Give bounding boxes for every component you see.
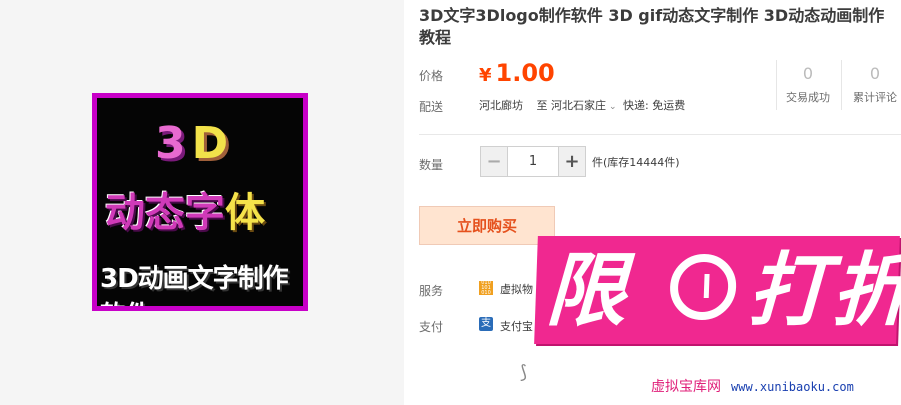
watermark-url: www.xunibaoku.com — [731, 380, 854, 394]
payment-text[interactable]: 支付宝 — [500, 318, 533, 334]
divider — [841, 60, 842, 110]
virtual-goods-icon: 010 101 010 — [479, 281, 493, 295]
product-title: 3D文字3Dlogo制作软件 3D gif动态文字制作 3D动态动画制作教程 — [419, 6, 885, 47]
service-label: 服务 — [419, 284, 444, 298]
divider — [776, 60, 777, 110]
service-text[interactable]: 虚拟物 — [500, 281, 533, 297]
buy-now-button[interactable]: 立即购买 — [419, 206, 555, 245]
shipping-fee: 快递: 免运费 — [623, 99, 686, 112]
image-text-dynamic: 动态字体 — [105, 190, 265, 236]
sales-stat[interactable]: 0 交易成功 — [778, 64, 838, 105]
clock-icon — [668, 254, 738, 320]
delivery-destination-select[interactable]: 河北石家庄 ⌄ — [551, 99, 620, 112]
banner-char-limit: 限 — [544, 244, 632, 337]
watermark-name: 虚拟宝库网 — [651, 379, 721, 395]
gallery-panel: 3D 动态字体 3D动画文字制作软件 — [0, 0, 404, 405]
product-image[interactable]: 3D 动态字体 3D动画文字制作软件 — [92, 93, 308, 311]
discount-banner: 限 打折 — [534, 236, 901, 344]
price-amount: 1.00 — [495, 59, 555, 87]
product-image-artwork: 3D 动态字体 3D动画文字制作软件 — [97, 98, 303, 306]
quantity-stepper: − 1 + — [480, 146, 586, 177]
banner-char-discount: 打折 — [746, 244, 901, 337]
decrease-quantity-button[interactable]: − — [481, 147, 508, 176]
delivery-origin: 河北廊坊 — [479, 99, 523, 112]
price-value: ¥1.00 — [479, 59, 555, 87]
brush-stroke-icon: ⟆ — [520, 362, 528, 383]
sales-label: 交易成功 — [786, 91, 830, 104]
image-text-3d: 3D — [155, 118, 235, 169]
currency-symbol: ¥ — [479, 65, 492, 86]
image-text-software: 3D动画文字制作软件 — [100, 264, 289, 306]
delivery-label: 配送 — [419, 100, 444, 114]
price-label: 价格 — [419, 69, 444, 83]
watermark: 虚拟宝库网 www.xunibaoku.com — [651, 376, 854, 396]
sales-count: 0 — [802, 64, 814, 83]
section-divider — [419, 134, 901, 135]
reviews-stat[interactable]: 0 累计评论 — [845, 64, 901, 105]
quantity-input[interactable]: 1 — [508, 147, 558, 176]
stock-info: 件(库存14444件) — [592, 156, 680, 169]
payment-label: 支付 — [419, 320, 444, 334]
reviews-count: 0 — [869, 64, 881, 83]
alipay-icon: 支 — [479, 317, 493, 331]
delivery-to-word: 至 — [536, 99, 548, 112]
reviews-label: 累计评论 — [853, 91, 897, 104]
chevron-down-icon: ⌄ — [609, 102, 617, 112]
increase-quantity-button[interactable]: + — [558, 147, 585, 176]
quantity-label: 数量 — [419, 158, 444, 172]
delivery-info: 河北廊坊 至 河北石家庄 ⌄ 快递: 免运费 — [479, 97, 685, 113]
